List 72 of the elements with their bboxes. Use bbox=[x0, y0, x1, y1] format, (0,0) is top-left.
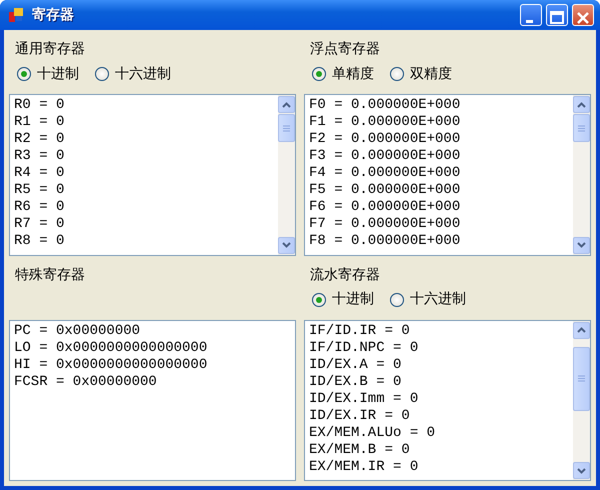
list-item[interactable]: IF/ID.NPC = 0 bbox=[309, 340, 418, 356]
grip-icon bbox=[578, 124, 585, 132]
scroll-thumb[interactable] bbox=[573, 114, 590, 142]
list-box[interactable]: IF/ID.IR = 0 IF/ID.NPC = 0 ID/EX.A = 0 ID/EX.B = 0 ID/EX.Imm = 0 ID/EX.IR = 0 EX/MEM.ALUo = 0 EX/MEM.B = 0 EX/MEM.IR = 0 bbox=[304, 320, 591, 481]
minimize-button[interactable] bbox=[520, 4, 542, 26]
grip-icon bbox=[283, 124, 290, 132]
group-title: 流水寄存器 bbox=[309, 266, 381, 284]
scroll-down-button[interactable] bbox=[278, 236, 295, 254]
list-item[interactable]: R1 = 0 bbox=[14, 114, 64, 131]
scroll-thumb[interactable] bbox=[573, 346, 590, 410]
close-button[interactable] bbox=[572, 4, 594, 26]
list-item[interactable]: F8 = 0.000000E+000 bbox=[309, 233, 460, 250]
radio-option[interactable]: 十六进制 bbox=[390, 289, 466, 310]
list-box[interactable]: R0 = 0 R1 = 0 R2 = 0 R3 = 0 R4 = 0 R5 = 0 R6 = 0 R7 = 0 R8 = 0 bbox=[9, 94, 296, 256]
list-item[interactable]: ID/EX.Imm = 0 bbox=[309, 390, 418, 408]
scroll-down-button[interactable] bbox=[573, 236, 590, 254]
scroll-thumb[interactable] bbox=[278, 114, 295, 142]
group-title: 浮点寄存器 bbox=[309, 40, 381, 59]
list-item[interactable]: EX/MEM.IR = 0 bbox=[309, 458, 418, 476]
list-item[interactable]: FCSR = 0x00000000 bbox=[14, 374, 157, 390]
list-item[interactable]: R6 = 0 bbox=[14, 199, 64, 216]
list-item[interactable]: F0 = 0.000000E+000 bbox=[309, 97, 460, 114]
list-item[interactable]: F5 = 0.000000E+000 bbox=[309, 182, 460, 199]
list-item[interactable]: IF/ID.IR = 0 bbox=[309, 322, 410, 340]
list-item[interactable]: ID/EX.A = 0 bbox=[309, 356, 402, 374]
list-item[interactable]: R3 = 0 bbox=[14, 148, 64, 165]
list-item[interactable]: PC = 0x00000000 bbox=[14, 322, 140, 340]
list-box[interactable]: PC = 0x00000000 LO = 0x0000000000000000 HI = 0x0000000000000000 FCSR = 0x00000000 bbox=[9, 320, 296, 481]
list-item[interactable]: F7 = 0.000000E+000 bbox=[309, 216, 460, 233]
radio-option[interactable]: 十进制 bbox=[312, 289, 374, 310]
chevron-down-icon bbox=[577, 242, 586, 248]
list-item[interactable]: ID/EX.B = 0 bbox=[309, 374, 402, 390]
scroll-up-button[interactable] bbox=[278, 96, 295, 113]
window-title: 寄存器 bbox=[32, 6, 74, 24]
grip-icon bbox=[578, 375, 585, 382]
list-item[interactable]: ID/EX.IR = 0 bbox=[309, 408, 410, 424]
list-item[interactable]: F3 = 0.000000E+000 bbox=[309, 148, 460, 165]
list-item[interactable]: R4 = 0 bbox=[14, 165, 64, 182]
app-icon bbox=[8, 7, 24, 23]
scroll-down-button[interactable] bbox=[573, 462, 590, 479]
radio-option[interactable]: 十六进制 bbox=[95, 64, 171, 84]
list-item[interactable]: F6 = 0.000000E+000 bbox=[309, 199, 460, 216]
list-item[interactable]: F1 = 0.000000E+000 bbox=[309, 114, 460, 131]
chevron-up-icon bbox=[577, 102, 586, 108]
radio-option[interactable]: 十进制 bbox=[17, 64, 79, 84]
list-item[interactable]: R0 = 0 bbox=[14, 97, 64, 114]
chevron-down-icon bbox=[577, 468, 586, 474]
chevron-down-icon bbox=[282, 242, 291, 248]
scrollbar[interactable] bbox=[573, 320, 590, 480]
list-item[interactable]: LO = 0x0000000000000000 bbox=[14, 340, 208, 356]
list-item[interactable]: F2 = 0.000000E+000 bbox=[309, 131, 460, 148]
list-item[interactable]: F4 = 0.000000E+000 bbox=[309, 165, 460, 182]
scroll-up-button[interactable] bbox=[573, 322, 590, 338]
list-item[interactable]: R7 = 0 bbox=[14, 216, 64, 233]
chevron-up-icon bbox=[577, 327, 586, 333]
list-item[interactable]: EX/MEM.ALUo = 0 bbox=[309, 424, 436, 442]
list-item[interactable]: EX/MEM.B = 0 bbox=[309, 442, 410, 458]
scrollbar[interactable] bbox=[278, 95, 295, 254]
group-title: 通用寄存器 bbox=[14, 40, 86, 59]
group-title: 特殊寄存器 bbox=[14, 266, 86, 284]
list-item[interactable]: HI = 0x0000000000000000 bbox=[14, 356, 208, 374]
list-item[interactable]: R8 = 0 bbox=[14, 233, 64, 250]
list-box[interactable]: F0 = 0.000000E+000 F1 = 0.000000E+000 F2 = 0.000000E+000 F3 = 0.000000E+000 F4 = 0.000000E+000 F5 = 0.000000E+000 F6 = 0.000000E+000 F7 = 0.000000E+000 F8 = 0.000000E+000 bbox=[304, 94, 591, 256]
scrollbar[interactable] bbox=[573, 95, 590, 254]
chevron-up-icon bbox=[282, 102, 291, 108]
list-item[interactable]: R2 = 0 bbox=[14, 131, 64, 148]
minimize-icon bbox=[526, 20, 532, 24]
list-item[interactable]: R5 = 0 bbox=[14, 182, 64, 199]
scroll-up-button[interactable] bbox=[573, 96, 590, 113]
radio-option[interactable]: 双精度 bbox=[390, 64, 452, 84]
maximize-button[interactable] bbox=[546, 4, 568, 26]
radio-option[interactable]: 单精度 bbox=[312, 64, 374, 84]
